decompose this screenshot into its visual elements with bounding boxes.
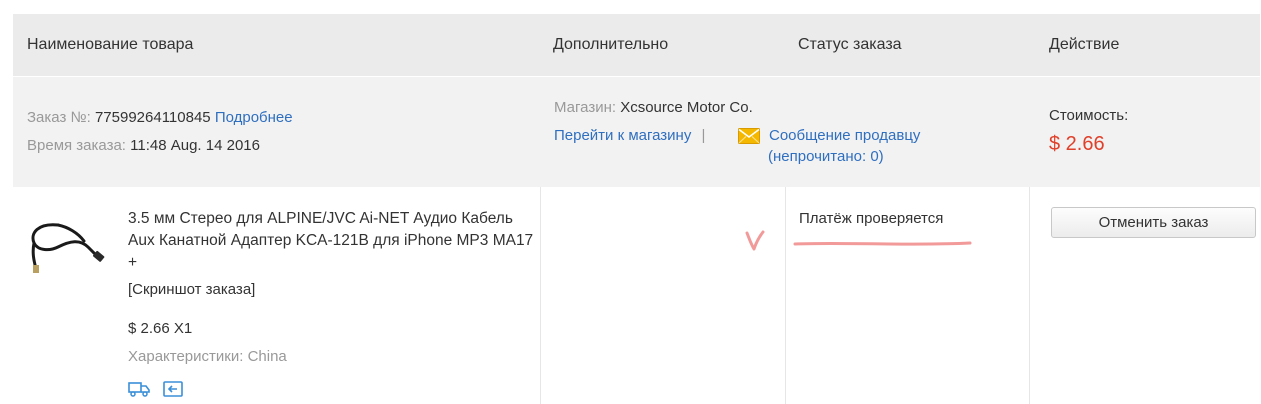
product-price-qty: $ 2.66 X1	[128, 320, 193, 337]
order-time-value: 11:48 Aug. 14 2016	[130, 137, 260, 154]
order-number-label: Заказ №:	[27, 109, 91, 126]
column-header-extra: Дополнительно	[553, 36, 669, 53]
order-status: Платёж проверяется	[799, 210, 944, 227]
product-thumbnail[interactable]	[28, 211, 108, 275]
column-divider	[1029, 187, 1030, 404]
check-mark-annotation	[745, 230, 765, 251]
order-screenshot-link[interactable]: [Скриншот заказа]	[128, 281, 255, 298]
product-specs: Характеристики: China	[128, 348, 287, 365]
order-number-value: 77599264110845	[94, 109, 211, 126]
order-number: Заказ №: 77599264110845 Подробнее	[27, 109, 293, 126]
return-icon[interactable]	[162, 380, 184, 398]
message-seller-link[interactable]: Сообщение продавцу	[769, 127, 920, 144]
column-divider	[540, 187, 541, 404]
store-links: Перейти к магазину |	[554, 127, 711, 144]
column-header-action: Действие	[1049, 36, 1120, 53]
link-separator: |	[701, 127, 706, 144]
column-divider	[785, 187, 786, 404]
store-info: Магазин: Xcsource Motor Co.	[554, 99, 753, 116]
unread-close: )	[878, 148, 884, 165]
message-seller-label[interactable]: Сообщение продавцу	[769, 127, 920, 144]
specs-value: China	[247, 348, 287, 365]
product-title-link[interactable]: 3.5 мм Стерео для ALPINE/JVC Ai-NET Ауди…	[128, 208, 538, 274]
goto-store-link[interactable]: Перейти к магазину	[554, 127, 691, 144]
cost-value: $ 2.66	[1049, 133, 1105, 155]
store-name: Xcsource Motor Co.	[620, 99, 753, 116]
column-header-product: Наименование товара	[27, 36, 194, 53]
specs-label: Характеристики:	[128, 348, 244, 365]
unread-open: (непрочитано:	[768, 148, 871, 165]
orders-table-header: Наименование товара Дополнительно Статус…	[13, 14, 1260, 76]
order-time: Время заказа: 11:48 Aug. 14 2016	[27, 137, 260, 154]
status-underline-annotation	[793, 241, 972, 246]
delivery-truck-icon[interactable]	[128, 380, 150, 398]
cancel-order-button[interactable]: Отменить заказ	[1051, 207, 1256, 238]
order-details-link[interactable]: Подробнее	[215, 109, 293, 126]
column-header-status: Статус заказа	[798, 36, 902, 53]
unread-count[interactable]: (непрочитано: 0)	[768, 148, 884, 165]
cost-label: Стоимость:	[1049, 107, 1129, 124]
unread-count-value: 0	[870, 148, 879, 165]
order-time-label: Время заказа:	[27, 137, 126, 154]
store-label: Магазин:	[554, 99, 617, 116]
envelope-icon[interactable]	[738, 128, 760, 144]
